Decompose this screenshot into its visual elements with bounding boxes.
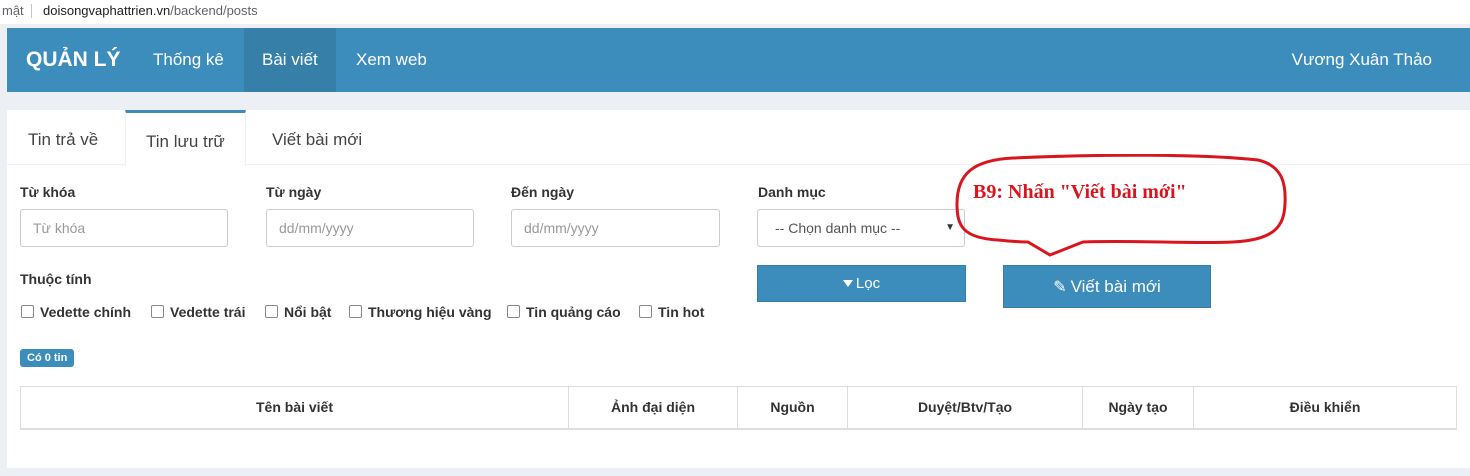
brand-logo[interactable]: QUẢN LÝ [26,28,121,92]
column-header-created-date[interactable]: Ngày tạo [1083,387,1194,428]
category-select[interactable]: -- Chọn danh mục -- ▼ [757,209,965,247]
checkbox-tin-quang-cao[interactable]: Tin quảng cáo [507,302,621,322]
checkbox-vedette-trai[interactable]: Vedette trái [151,302,245,322]
tab-tin-luu-tru[interactable]: Tin lưu trữ [125,110,246,166]
tab-tin-tra-ve[interactable]: Tin trả về [8,110,118,165]
keyword-input[interactable]: Từ khóa [20,209,228,247]
column-header-approval[interactable]: Duyệt/Btv/Tạo [848,387,1083,428]
annotation-text: B9: Nhấn "Viết bài mới" [973,181,1187,203]
nav-item-xem-web[interactable]: Xem web [338,28,445,92]
browser-address-bar[interactable]: mật doisongvaphattrien.vn/backend/posts [0,0,1470,24]
nav-item-bai-viet[interactable]: Bài viết [244,28,336,92]
checkbox-label: Tin quảng cáo [526,304,621,320]
checkbox-label: Tin hot [658,304,705,320]
filter-button[interactable]: Lọc [757,265,966,302]
to-date-label: Đến ngày [511,184,575,200]
address-host: doisongvaphattrien.vn [43,3,171,18]
annotation-callout [955,154,1287,257]
checkbox-label: Vedette chính [40,304,132,320]
checkbox-box[interactable] [507,305,520,318]
address-prefix: mật [2,3,24,18]
count-badge: Có 0 tin [20,349,75,367]
column-header-thumbnail[interactable]: Ảnh đại diện [569,387,738,428]
from-date-input[interactable]: dd/mm/yyyy [266,209,474,247]
callout-outline [955,154,1287,257]
checkbox-box[interactable] [265,305,278,318]
category-select-value: -- Chọn danh mục -- [775,220,901,236]
filter-button-label: Lọc [855,275,881,292]
address-divider [31,4,32,18]
to-date-input[interactable]: dd/mm/yyyy [511,209,720,247]
checkbox-box[interactable] [639,305,652,318]
from-date-label: Từ ngày [266,184,322,200]
checkbox-thuong-hieu-vang[interactable]: Thương hiệu vàng [349,302,492,322]
tab-viet-bai-moi[interactable]: Viết bài mới [252,110,382,165]
new-post-button-label: Viết bài mới [1070,277,1161,296]
checkbox-box[interactable] [349,305,362,318]
column-header-actions[interactable]: Điều khiển [1194,387,1456,428]
column-header-title[interactable]: Tên bài viết [21,387,569,428]
filter-icon [842,280,853,287]
checkbox-vedette-chinh[interactable]: Vedette chính [21,302,131,322]
checkbox-noi-bat[interactable]: Nổi bật [265,302,331,322]
checkbox-label: Vedette trái [170,304,246,320]
checkbox-label: Thương hiệu vàng [368,304,492,320]
pencil-icon: ✎ [1053,279,1067,296]
new-post-button[interactable]: ✎ Viết bài mới [1003,265,1211,308]
attributes-label: Thuộc tính [20,271,92,287]
nav-item-thong-ke[interactable]: Thống kê [135,28,242,92]
posts-table: Tên bài viết Ảnh đại diện Nguồn Duyệt/Bt… [20,386,1457,430]
checkbox-tin-hot[interactable]: Tin hot [639,302,704,322]
checkbox-label: Nổi bật [284,304,332,320]
checkbox-box[interactable] [151,305,164,318]
category-label: Danh mục [758,184,826,200]
checkbox-box[interactable] [21,305,34,318]
column-header-source[interactable]: Nguồn [738,387,848,428]
user-menu[interactable]: Vương Xuân Thảo [1292,28,1432,92]
keyword-label: Từ khóa [20,184,76,200]
address-path: /backend/posts [170,3,258,18]
address-url[interactable]: doisongvaphattrien.vn/backend/posts [43,0,258,22]
top-navbar: QUẢN LÝ Thống kê Bài viết Xem web Vương … [7,28,1470,92]
